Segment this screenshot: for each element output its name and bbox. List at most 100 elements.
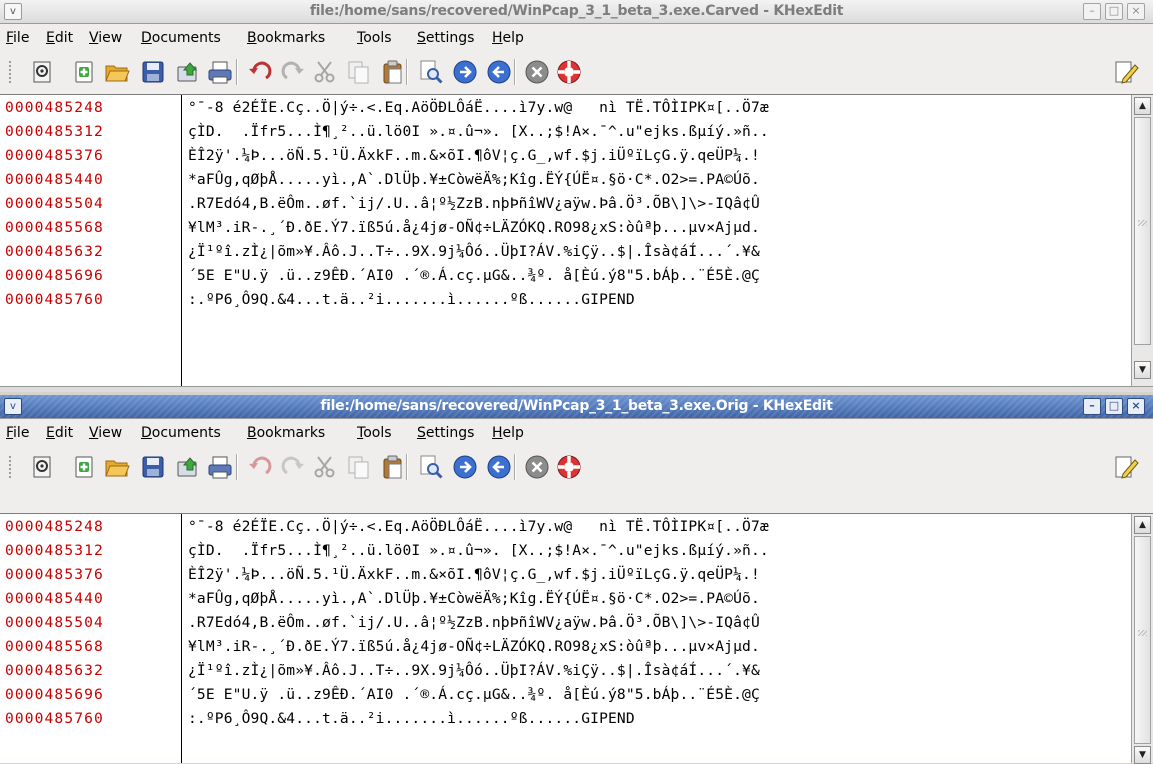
ascii-row[interactable]: °¯-8 é2ÉÏE.Cç..Ö|ý÷.<.Eq.AöÖÐLÔáË....ì7y… xyxy=(188,515,769,539)
open-folder-icon[interactable] xyxy=(104,59,130,85)
properties-icon[interactable] xyxy=(30,454,56,480)
back-icon[interactable] xyxy=(486,454,512,480)
ascii-row[interactable]: °¯-8 é2ÉÏE.Cç..Ö|ý÷.<.Eq.AöÖÐLÔáË....ì7y… xyxy=(188,96,769,120)
ascii-row[interactable]: ÈÎ2ÿ'.¼Þ...öÑ.5.¹Ü.ÄxkF..m.&×õI.¶ôV¦ç.G_… xyxy=(188,144,760,168)
ascii-row[interactable]: ¿Ï¹ºî.zÌ¿|õm»¥.Âô.J..T÷..9X.9j¼Ôó..ÜþI?Á… xyxy=(188,659,760,683)
forward-icon[interactable] xyxy=(452,454,478,480)
scroll-down-arrow[interactable]: ▼ xyxy=(1134,746,1151,764)
menu-edit[interactable]: Edit xyxy=(46,30,73,46)
print-icon[interactable] xyxy=(207,454,233,480)
menu-settings[interactable]: Settings xyxy=(417,425,474,441)
minimize-button[interactable]: – xyxy=(1083,398,1101,415)
title-bar[interactable]: v file:/home/sans/recovered/WinPcap_3_1_… xyxy=(0,395,1153,419)
forward-icon[interactable] xyxy=(452,59,478,85)
ascii-row[interactable]: .R7Edó4,B.ëÔm..øf.`ij/.U..â¦º½ZzB.nþÞñîW… xyxy=(188,611,760,635)
horizontal-scrollbar[interactable] xyxy=(0,386,1153,392)
ascii-row[interactable]: çÌD. .Ïfr5...Ì¶¸²..ü.lö0I ».¤.û¬». [X..;… xyxy=(188,120,769,144)
new-document-icon[interactable] xyxy=(72,454,98,480)
redo-icon[interactable] xyxy=(280,59,306,85)
menu-bookmarks[interactable]: Bookmarks xyxy=(247,30,325,46)
export-icon[interactable] xyxy=(175,59,201,85)
ascii-row[interactable]: .R7Edó4,B.ëÔm..øf.`ij/.U..â¦º½ZzB.nþÞñîW… xyxy=(188,192,760,216)
menu-edit[interactable]: Edit xyxy=(46,425,73,441)
toolbar-separator xyxy=(236,59,238,85)
cut-icon[interactable] xyxy=(312,454,338,480)
scroll-up-arrow[interactable]: ▲ xyxy=(1134,516,1151,534)
ascii-row[interactable]: *aFÛg,qØþÅ.....yì.,A`.DlÜþ.¥±CòwëÄ%;Kîg.… xyxy=(188,587,760,611)
ascii-row[interactable]: ´5E E"U.ÿ .ü..z9ÊÐ.´AI0 .´®.Á.cç.µG&..¾º… xyxy=(188,683,760,707)
ascii-column[interactable]: °¯-8 é2ÉÏE.Cç..Ö|ý÷.<.Eq.AöÖÐLÔáË....ì7y… xyxy=(183,514,1130,763)
ascii-row[interactable]: ¥lM³.iR-.¸´Ð.ðE.Ý7.ïß5ú.å¿4jø-OÑ¢÷LÄZÓKQ… xyxy=(188,635,760,659)
open-folder-icon[interactable] xyxy=(104,454,130,480)
offset-cell: 0000485504 xyxy=(5,614,104,631)
vertical-scrollbar[interactable]: ▲ ▼ xyxy=(1131,95,1153,392)
copy-icon[interactable] xyxy=(346,59,372,85)
offset-cell: 0000485248 xyxy=(5,518,104,535)
menu-bookmarks[interactable]: Bookmarks xyxy=(247,425,325,441)
hex-view[interactable]: 0000485248 0000485312 0000485376 0000485440… xyxy=(0,94,1153,392)
menu-settings[interactable]: Settings xyxy=(417,30,474,46)
paste-icon[interactable] xyxy=(380,59,406,85)
menu-view[interactable]: View xyxy=(89,30,122,46)
title-bar[interactable]: v file:/home/sans/recovered/WinPcap_3_1_… xyxy=(0,0,1153,24)
undo-icon[interactable] xyxy=(247,59,273,85)
new-document-icon[interactable] xyxy=(72,59,98,85)
menu-help[interactable]: Help xyxy=(492,30,524,46)
vertical-scrollbar[interactable]: ▲ ▼ xyxy=(1131,514,1153,764)
help-icon[interactable] xyxy=(556,454,582,480)
menu-file[interactable]: File xyxy=(6,30,29,46)
menu-view[interactable]: View xyxy=(89,425,122,441)
stop-icon[interactable] xyxy=(524,454,550,480)
ascii-row[interactable]: ÈÎ2ÿ'.¼Þ...öÑ.5.¹Ü.ÄxkF..m.&×õI.¶ôV¦ç.G_… xyxy=(188,563,760,587)
menu-tools[interactable]: Tools xyxy=(357,425,392,441)
menu-file[interactable]: File xyxy=(6,425,29,441)
stop-icon[interactable] xyxy=(524,59,550,85)
cut-icon[interactable] xyxy=(312,59,338,85)
ascii-row[interactable]: *aFÛg,qØþÅ.....yì.,A`.DlÜþ.¥±CòwëÄ%;Kîg.… xyxy=(188,168,760,192)
save-icon[interactable] xyxy=(140,59,166,85)
ascii-row[interactable]: ¿Ï¹ºî.zÌ¿|õm»¥.Âô.J..T÷..9X.9j¼Ôó..ÜþI?Á… xyxy=(188,240,760,264)
find-icon[interactable] xyxy=(418,454,444,480)
back-icon[interactable] xyxy=(486,59,512,85)
menu-help[interactable]: Help xyxy=(492,425,524,441)
toolbar-grip-icon[interactable] xyxy=(8,60,12,84)
edit-pencil-icon[interactable] xyxy=(1113,59,1139,85)
help-icon[interactable] xyxy=(556,59,582,85)
close-button[interactable]: × xyxy=(1127,398,1145,415)
export-icon[interactable] xyxy=(175,454,201,480)
window-title: file:/home/sans/recovered/WinPcap_3_1_be… xyxy=(320,398,833,414)
maximize-button[interactable]: □ xyxy=(1105,398,1123,415)
print-icon[interactable] xyxy=(207,59,233,85)
toolbar-separator xyxy=(236,454,238,480)
scroll-thumb[interactable] xyxy=(1134,536,1151,744)
menu-bar: File Edit View Documents Bookmarks Tools… xyxy=(0,419,1153,445)
undo-icon[interactable] xyxy=(247,454,273,480)
scroll-thumb[interactable] xyxy=(1134,117,1151,345)
find-icon[interactable] xyxy=(418,59,444,85)
ascii-row[interactable]: ¥lM³.iR-.¸´Ð.ðE.Ý7.ïß5ú.å¿4jø-OÑ¢÷LÄZÓKQ… xyxy=(188,216,760,240)
copy-icon[interactable] xyxy=(346,454,372,480)
ascii-row[interactable]: çÌD. .Ïfr5...Ì¶¸²..ü.lö0I ».¤.û¬». [X..;… xyxy=(188,539,769,563)
offset-cell: 0000485376 xyxy=(5,147,104,164)
ascii-column[interactable]: °¯-8 é2ÉÏE.Cç..Ö|ý÷.<.Eq.AöÖÐLÔáË....ì7y… xyxy=(183,95,1130,392)
scroll-down-arrow[interactable]: ▼ xyxy=(1134,361,1151,379)
menu-documents[interactable]: Documents xyxy=(141,425,221,441)
hex-view[interactable]: 0000485248 0000485312 0000485376 0000485440… xyxy=(0,513,1153,764)
paste-icon[interactable] xyxy=(380,454,406,480)
redo-icon[interactable] xyxy=(280,454,306,480)
offset-cell: 0000485568 xyxy=(5,638,104,655)
save-icon[interactable] xyxy=(140,454,166,480)
close-button[interactable]: × xyxy=(1127,3,1145,20)
toolbar-grip-icon[interactable] xyxy=(8,455,12,479)
scroll-up-arrow[interactable]: ▲ xyxy=(1134,97,1151,115)
menu-tools[interactable]: Tools xyxy=(357,30,392,46)
maximize-button[interactable]: □ xyxy=(1105,3,1123,20)
menu-documents[interactable]: Documents xyxy=(141,30,221,46)
properties-icon[interactable] xyxy=(30,59,56,85)
ascii-row[interactable]: :.ºP6¸Ô9Q.&4...t.ä..²i.......ì......ºß..… xyxy=(188,288,635,312)
minimize-button[interactable]: – xyxy=(1083,3,1101,20)
ascii-row[interactable]: :.ºP6¸Ô9Q.&4...t.ä..²i.......ì......ºß..… xyxy=(188,707,635,731)
ascii-row[interactable]: ´5E E"U.ÿ .ü..z9ÊÐ.´AI0 .´®.Á.cç.µG&..¾º… xyxy=(188,264,760,288)
edit-pencil-icon[interactable] xyxy=(1113,454,1139,480)
offset-cell: 0000485440 xyxy=(5,171,104,188)
